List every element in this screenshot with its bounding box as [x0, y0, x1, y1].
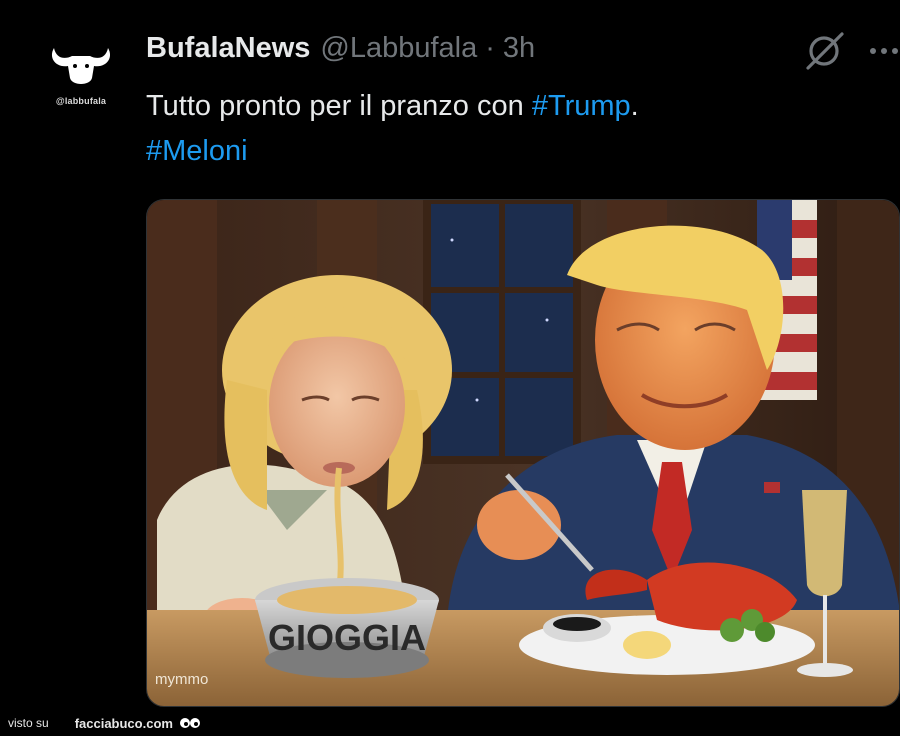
illustration: GIOGGIA mymmo — [147, 200, 899, 706]
tweet-time[interactable]: 3h — [503, 32, 535, 65]
watermark-site: facciabuco.com — [74, 715, 173, 731]
bowl-label: GIOGGIA — [268, 617, 426, 658]
tweet-body: Tutto pronto per il pranzo con — [146, 90, 532, 122]
bull-logo-icon — [51, 48, 111, 84]
site-watermark: visto su facciabuco.com — [8, 712, 201, 734]
author-name[interactable]: BufalaNews — [146, 32, 310, 65]
grok-icon[interactable] — [804, 30, 846, 72]
hashtag-trump[interactable]: #Trump — [532, 90, 631, 122]
more-options-icon[interactable] — [869, 36, 900, 66]
tweet-punctuation: . — [630, 90, 639, 122]
tweet-header: BufalaNews @Labbufala · 3h — [146, 32, 535, 72]
avatar-caption: @labbufala — [55, 96, 107, 106]
separator-dot: · — [485, 32, 495, 64]
avatar[interactable]: @labbufala — [36, 30, 126, 120]
artist-signature: mymmo — [155, 671, 208, 688]
tweet-text: Tutto pronto per il pranzo con #Trump. #… — [146, 84, 846, 174]
hashtag-meloni[interactable]: #Meloni — [146, 135, 248, 167]
watermark-prefix: visto su — [8, 716, 49, 730]
author-handle[interactable]: @Labbufala — [320, 32, 477, 65]
eyes-icon — [179, 718, 200, 728]
tweet-image[interactable]: GIOGGIA mymmo — [146, 199, 900, 707]
